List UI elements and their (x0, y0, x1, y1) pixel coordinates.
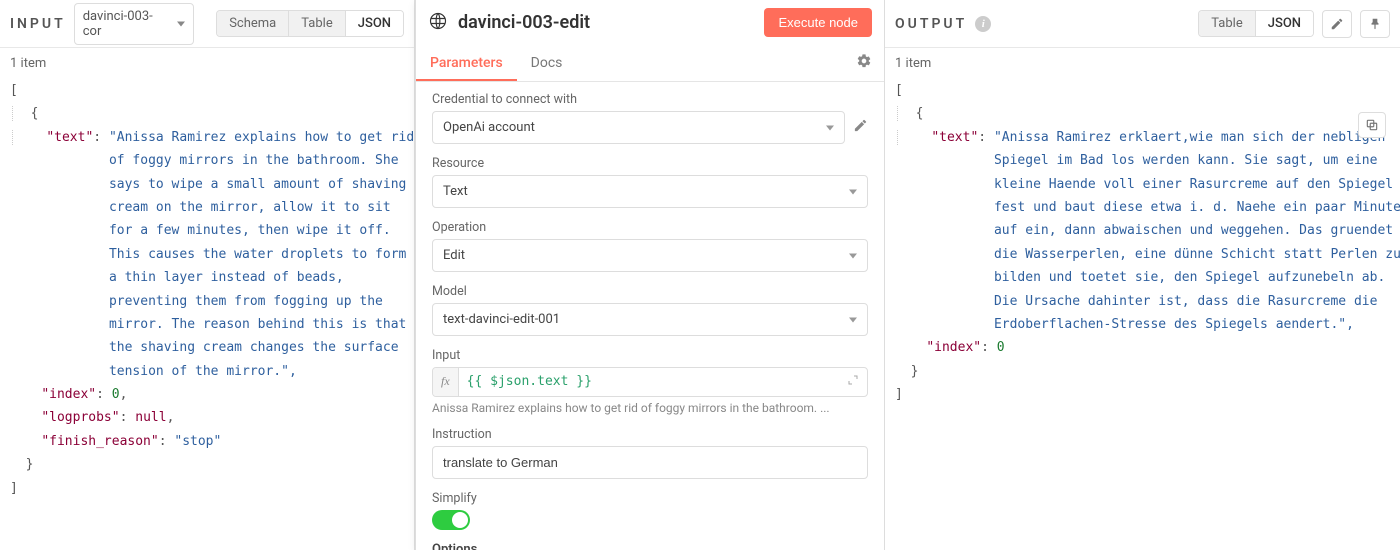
info-icon[interactable]: i (975, 16, 991, 32)
input-title: INPUT (10, 16, 66, 32)
json-key: "text" (46, 130, 93, 145)
gear-icon[interactable] (856, 53, 872, 73)
input-field: Input fx {{ $json.text }} Anissa Ramirez… (432, 348, 868, 415)
simplify-label: Simplify (432, 491, 868, 506)
fx-badge: fx (433, 368, 459, 396)
input-header: INPUT davinci-003-cor Schema Table JSON (0, 0, 414, 48)
options-heading: Options (432, 542, 868, 550)
tab-json-out[interactable]: JSON (1255, 11, 1313, 36)
credential-label: Credential to connect with (432, 92, 868, 107)
operation-field: Operation Edit (432, 220, 868, 272)
json-key: "text" (931, 130, 978, 145)
input-panel: INPUT davinci-003-cor Schema Table JSON … (0, 0, 415, 550)
edit-credential-icon[interactable] (853, 118, 868, 137)
node-panel: davinci-003-edit Execute node Parameters… (415, 0, 885, 550)
expand-icon[interactable] (839, 368, 867, 396)
input-source-select[interactable]: davinci-003-cor (74, 3, 194, 45)
output-json-view[interactable]: [ { "text": "Anissa Ramirez erklaert,wie… (885, 75, 1400, 550)
output-view-tabs: Table JSON (1198, 10, 1314, 37)
resource-label: Resource (432, 156, 868, 171)
output-item-count: 1 item (885, 48, 1400, 75)
instruction-field: Instruction (432, 427, 868, 479)
tab-table[interactable]: Table (288, 11, 344, 36)
model-label: Model (432, 284, 868, 299)
copy-icon[interactable] (1358, 112, 1386, 138)
output-panel: OUTPUT i Table JSON 1 item [ { "text": "… (885, 0, 1400, 550)
input-item-count: 1 item (0, 48, 414, 75)
input-expression[interactable]: fx {{ $json.text }} (432, 367, 868, 397)
tab-json[interactable]: JSON (345, 11, 403, 36)
credential-field: Credential to connect with OpenAi accoun… (432, 92, 868, 144)
input-json-view[interactable]: [ { "text": "Anissa Ramirez explains how… (0, 75, 414, 550)
output-header: OUTPUT i Table JSON (885, 0, 1400, 48)
model-select[interactable]: text-davinci-edit-001 (432, 303, 868, 336)
edit-output-icon[interactable] (1322, 10, 1352, 38)
resource-select[interactable]: Text (432, 175, 868, 208)
json-str: "Anissa Ramirez explains how to get rid … (109, 126, 414, 383)
execute-node-button[interactable]: Execute node (764, 8, 872, 37)
input-view-tabs: Schema Table JSON (216, 10, 404, 37)
input-label: Input (432, 348, 868, 363)
tab-schema[interactable]: Schema (217, 11, 288, 36)
tab-docs[interactable]: Docs (517, 45, 577, 81)
output-title: OUTPUT (895, 16, 967, 32)
simplify-field: Simplify (432, 491, 868, 530)
expression-value[interactable]: {{ $json.text }} (459, 368, 839, 396)
pin-icon[interactable] (1360, 10, 1390, 38)
parameters-form: Credential to connect with OpenAi accoun… (416, 82, 884, 550)
resource-field: Resource Text (432, 156, 868, 208)
simplify-toggle[interactable] (432, 510, 470, 530)
json-str: "Anissa Ramirez erklaert,wie man sich de… (994, 126, 1400, 337)
node-title: davinci-003-edit (458, 12, 754, 33)
instruction-input[interactable] (432, 446, 868, 479)
instruction-label: Instruction (432, 427, 868, 442)
node-tabs: Parameters Docs (416, 45, 884, 82)
operation-label: Operation (432, 220, 868, 235)
credential-select[interactable]: OpenAi account (432, 111, 845, 144)
openai-icon (428, 11, 448, 35)
tab-parameters[interactable]: Parameters (416, 45, 517, 81)
node-header: davinci-003-edit Execute node (416, 0, 884, 45)
model-field: Model text-davinci-edit-001 (432, 284, 868, 336)
tab-table-out[interactable]: Table (1199, 11, 1254, 36)
operation-select[interactable]: Edit (432, 239, 868, 272)
input-preview: Anissa Ramirez explains how to get rid o… (432, 401, 868, 415)
